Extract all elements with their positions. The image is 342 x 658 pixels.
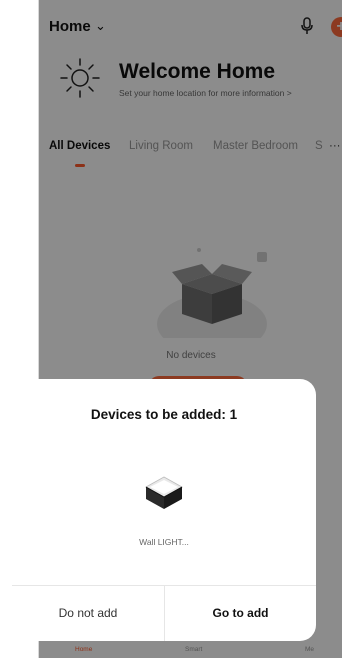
wall-light-device-icon	[145, 476, 183, 509]
dialog-title: Devices to be added: 1	[90, 407, 238, 422]
go-to-add-button[interactable]: Go to add	[165, 585, 316, 641]
devices-found-dialog: Devices to be added: 1 Wall LIGHT... Do …	[12, 379, 316, 641]
do-not-add-button[interactable]: Do not add	[12, 585, 164, 641]
device-name: Wall LIGHT...	[139, 537, 189, 547]
